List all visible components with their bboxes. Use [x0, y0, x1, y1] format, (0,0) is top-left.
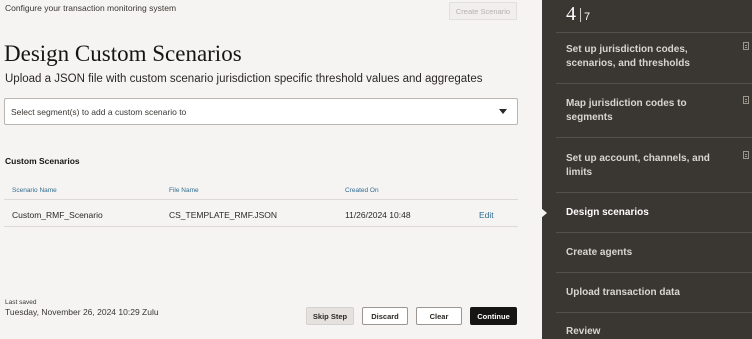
last-saved-label: Last saved — [5, 299, 37, 306]
sidebar-step-account-channels[interactable]: Set up account, channels, and limits — [566, 152, 726, 180]
sidebar-divider — [556, 272, 752, 273]
sidebar-step-create-agents[interactable]: Create agents — [566, 246, 726, 260]
custom-scenarios-table: Scenario Name File Name Created On Custo… — [4, 180, 518, 227]
segment-select[interactable]: Select segment(s) to add a custom scenar… — [4, 98, 518, 125]
sidebar-divider — [556, 312, 752, 313]
skip-step-button[interactable]: Skip Step — [306, 307, 354, 325]
sidebar-divider — [556, 192, 752, 193]
segment-select-placeholder: Select segment(s) to add a custom scenar… — [11, 106, 187, 117]
continue-button[interactable]: Continue — [470, 307, 517, 325]
sidebar-step-map-jurisdiction-codes[interactable]: Map jurisdiction codes to segments — [566, 97, 726, 125]
column-header-created-on[interactable]: Created On — [345, 187, 379, 194]
active-step-indicator — [541, 208, 547, 218]
step-counter-divider — [580, 8, 581, 22]
clear-button[interactable]: Clear — [416, 307, 462, 325]
main-panel: Configure your transaction monitoring sy… — [0, 0, 542, 339]
column-header-scenario-name[interactable]: Scenario Name — [12, 187, 57, 194]
step-counter: 4 7 — [566, 3, 590, 26]
document-icon[interactable] — [743, 42, 749, 50]
sidebar-divider — [556, 83, 752, 84]
table-row: Custom_RMF_Scenario CS_TEMPLATE_RMF.JSON… — [4, 200, 518, 227]
discard-button[interactable]: Discard — [362, 307, 408, 325]
file-name-cell: CS_TEMPLATE_RMF.JSON — [169, 210, 278, 220]
sidebar-divider — [556, 232, 752, 233]
created-on-cell: 11/26/2024 10:48 — [345, 210, 411, 220]
total-steps-number: 7 — [584, 11, 591, 23]
sidebar-divider — [556, 32, 752, 33]
last-saved-timestamp: Tuesday, November 26, 2024 10:29 Zulu — [5, 307, 159, 317]
sidebar-step-upload-transaction-data[interactable]: Upload transaction data — [566, 286, 726, 300]
sidebar-divider — [556, 137, 752, 138]
document-icon[interactable] — [743, 96, 749, 104]
page-subtitle: Upload a JSON file with custom scenario … — [5, 73, 483, 85]
page-context-text: Configure your transaction monitoring sy… — [5, 3, 177, 13]
current-step-number: 4 — [566, 3, 576, 25]
steps-sidebar: 4 7 Set up jurisdiction codes, scenarios… — [542, 0, 752, 339]
custom-scenarios-heading: Custom Scenarios — [5, 156, 80, 166]
create-scenario-button[interactable]: Create Scenario — [449, 2, 517, 20]
page-title: Design Custom Scenarios — [4, 41, 242, 66]
sidebar-step-review[interactable]: Review — [566, 325, 726, 339]
document-icon[interactable] — [743, 151, 749, 159]
sidebar-step-jurisdiction-codes[interactable]: Set up jurisdiction codes, scenarios, an… — [566, 43, 726, 71]
table-header: Scenario Name File Name Created On — [4, 180, 518, 200]
column-header-file-name[interactable]: File Name — [169, 187, 199, 194]
chevron-down-icon — [499, 109, 507, 114]
sidebar-step-design-scenarios[interactable]: Design scenarios — [566, 206, 726, 220]
edit-link[interactable]: Edit — [479, 210, 494, 220]
scenario-name-cell: Custom_RMF_Scenario — [12, 210, 103, 220]
